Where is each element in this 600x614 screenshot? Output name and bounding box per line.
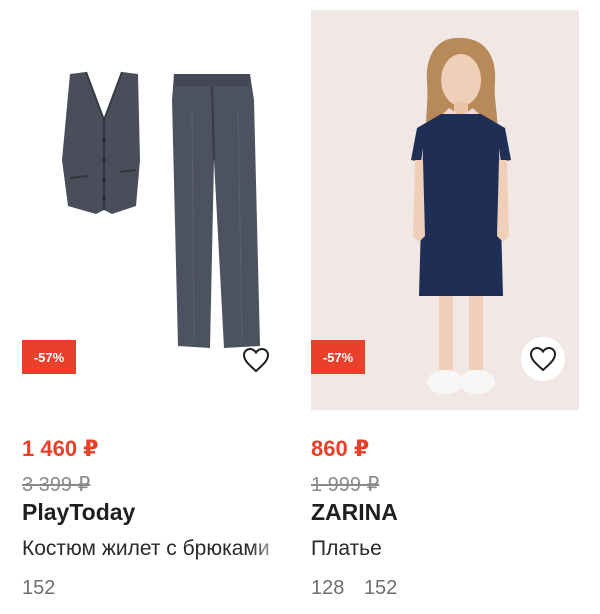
product-card[interactable]: -57% 860 ₽ 1 999 ₽ ZARINA Платье 128 152 bbox=[311, 0, 579, 614]
product-title-text: Костюм жилет с брюками bbox=[22, 537, 270, 560]
old-price: 3 399 ₽ bbox=[22, 474, 91, 496]
discount-badge: -57% bbox=[22, 340, 76, 374]
add-to-favorites-button[interactable] bbox=[521, 337, 565, 381]
heart-outline-icon bbox=[242, 347, 270, 373]
brand-name: PlayToday bbox=[22, 499, 136, 525]
brand-name: ZARINA bbox=[311, 499, 398, 525]
size-option: 152 bbox=[22, 577, 56, 599]
discount-badge: -57% bbox=[311, 340, 365, 374]
add-to-favorites-button[interactable] bbox=[234, 338, 278, 382]
product-card[interactable]: -57% 1 460 ₽ 3 399 ₽ PlayToday Костюм жи… bbox=[22, 0, 290, 614]
heart-outline-icon bbox=[529, 346, 557, 372]
current-price: 860 ₽ bbox=[311, 436, 370, 461]
size-list: 152 bbox=[22, 577, 69, 600]
current-price: 1 460 ₽ bbox=[22, 436, 99, 461]
product-title-text: Платье bbox=[311, 537, 382, 560]
old-price: 1 999 ₽ bbox=[311, 474, 380, 496]
product-title[interactable]: Костюм жилет с брюками bbox=[22, 537, 290, 561]
size-option: 128 bbox=[311, 577, 345, 599]
size-list: 128 152 bbox=[311, 577, 411, 600]
product-title[interactable]: Платье bbox=[311, 537, 579, 561]
size-option: 152 bbox=[363, 577, 398, 599]
